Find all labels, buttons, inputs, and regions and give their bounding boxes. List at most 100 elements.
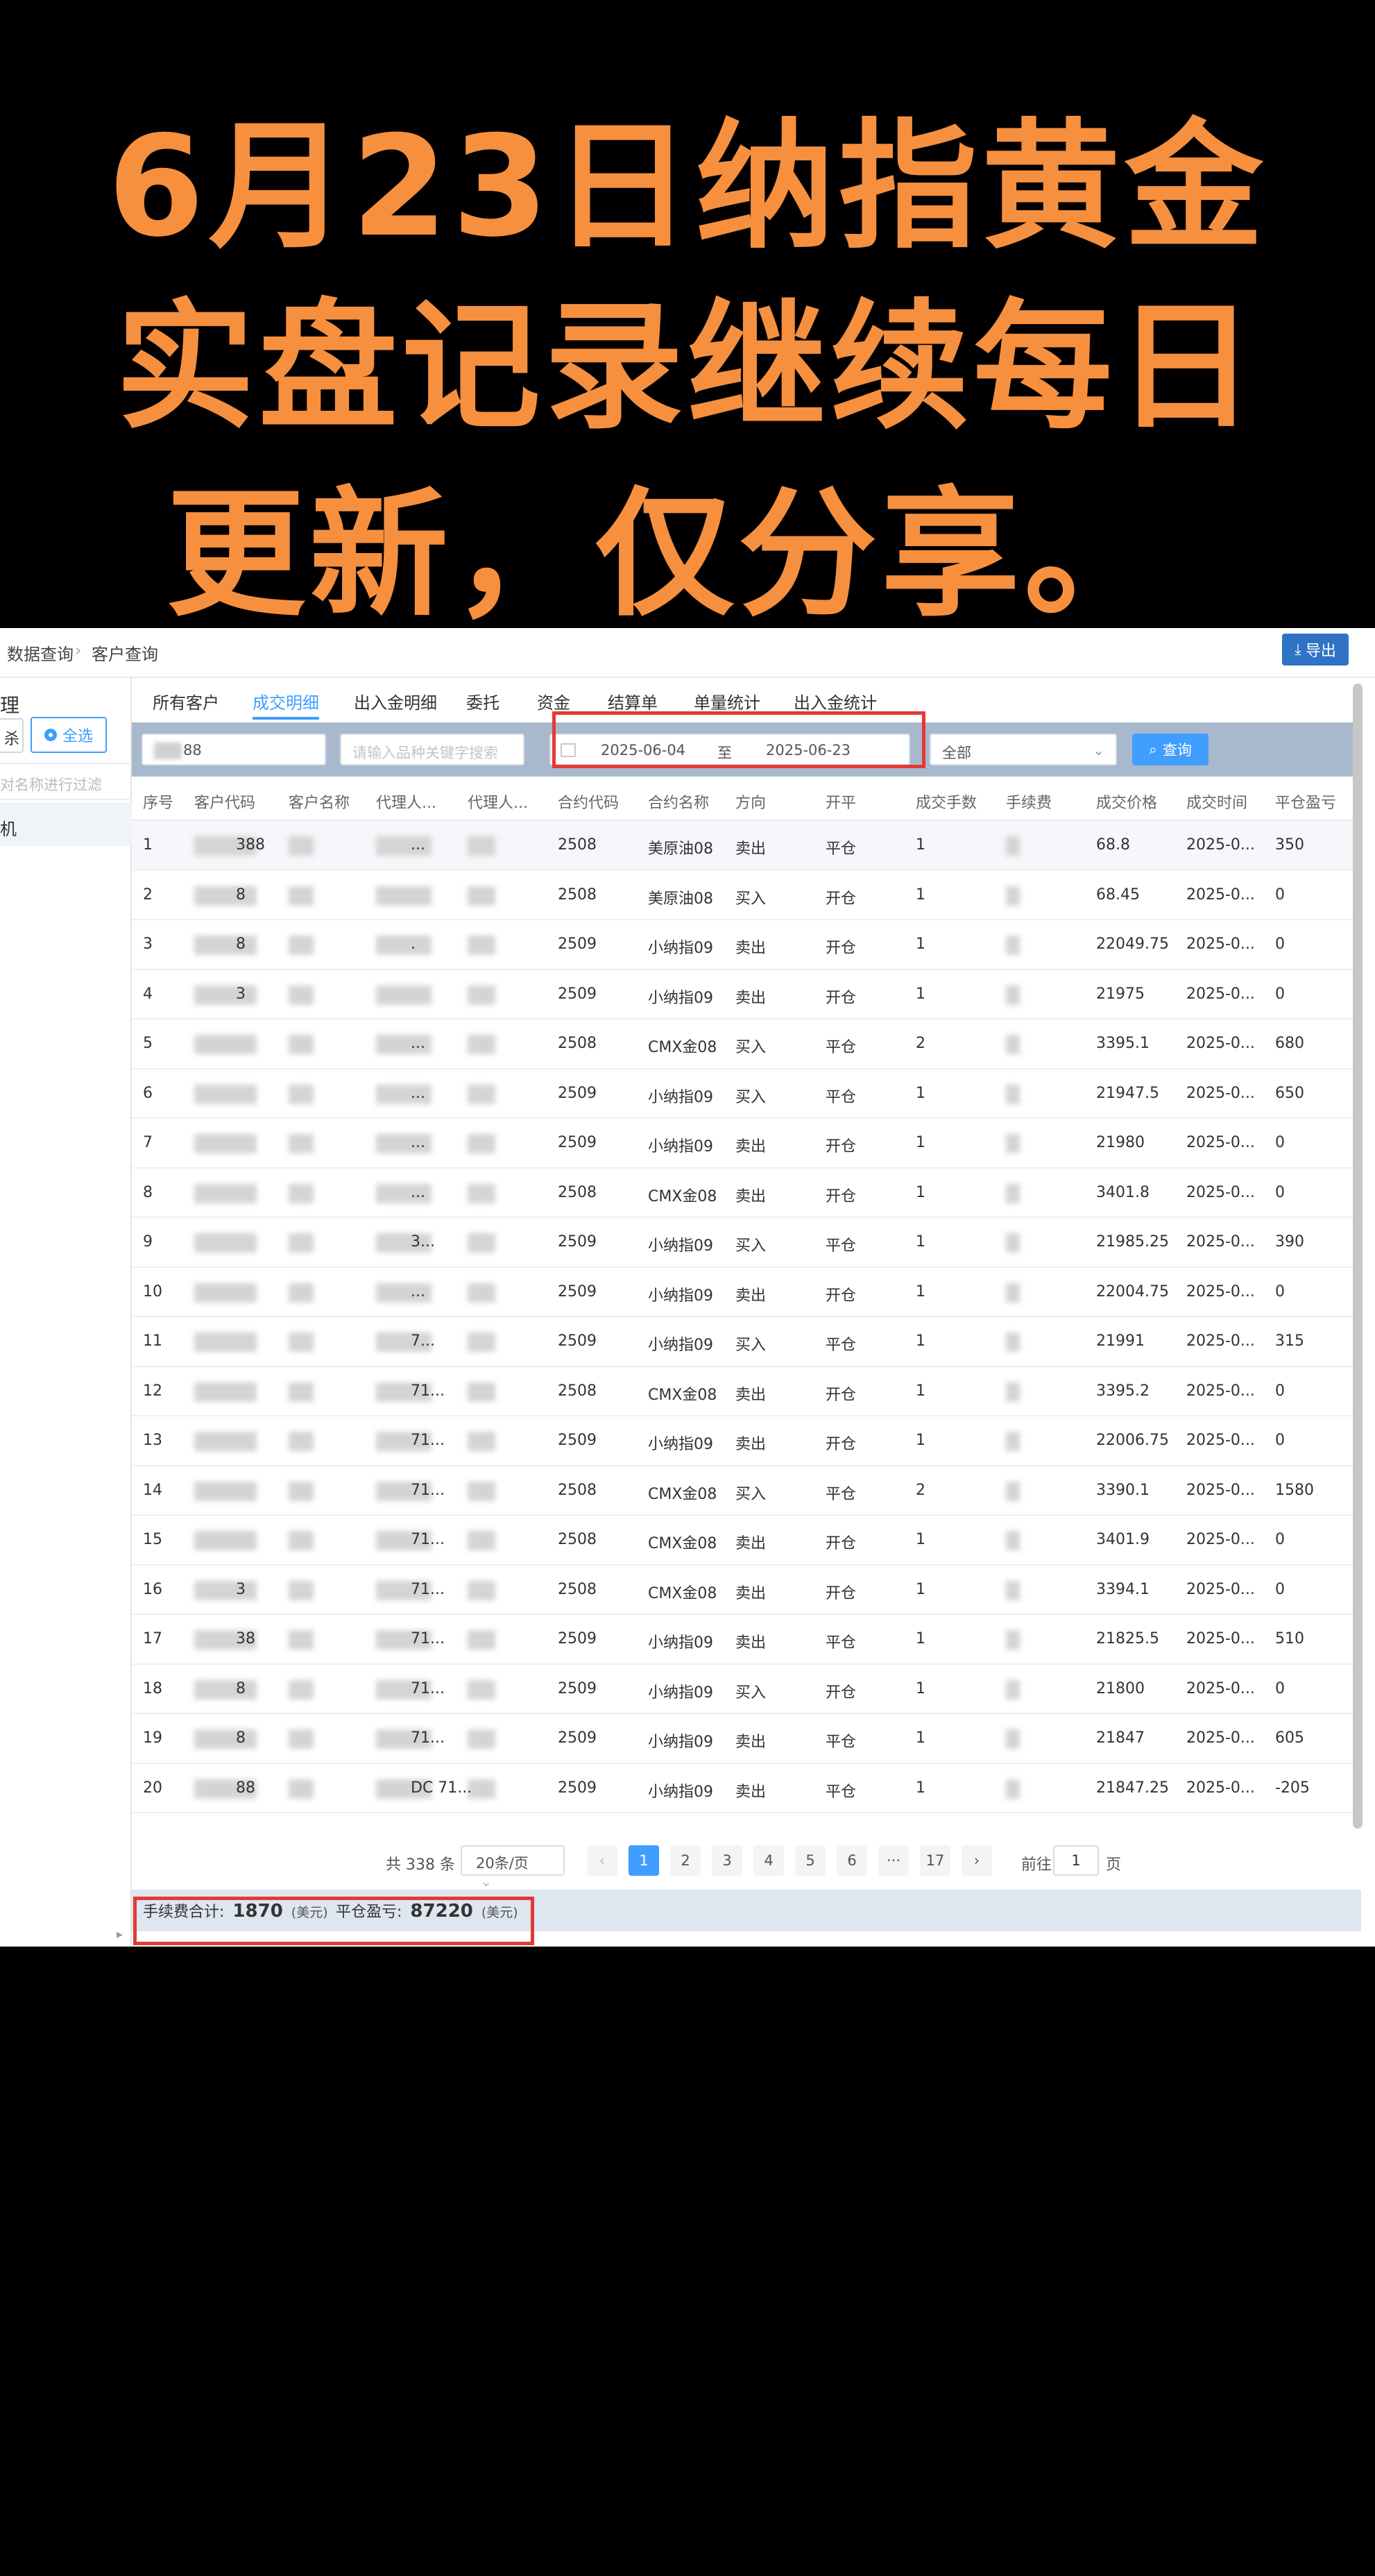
redacted-cell xyxy=(289,1630,314,1650)
redacted-cell xyxy=(1006,1233,1020,1253)
collapse-arrow-icon[interactable]: ▸ xyxy=(117,1927,123,1942)
keyword-search-input[interactable]: 请输入品种关键字搜索 xyxy=(340,734,524,765)
cell-name: 小纳指09 xyxy=(648,1237,713,1255)
sidebar-item[interactable]: 机 xyxy=(0,803,132,846)
page-button-17[interactable]: 17 xyxy=(920,1845,950,1876)
redacted-cell xyxy=(194,1134,257,1153)
query-label: 查询 xyxy=(1162,742,1192,759)
page-button-2[interactable]: 2 xyxy=(670,1845,701,1876)
sidebar: 理 杀 全选 对名称进行过滤 机 xyxy=(0,678,132,1947)
table-row[interactable]: 13 71... 2509 小纳指09 卖出 开仓 1 22006.75 2025-0... 0 xyxy=(132,1416,1354,1466)
cell-no: 14 xyxy=(143,1481,162,1499)
redacted-cell xyxy=(194,1084,257,1104)
cell-dir: 卖出 xyxy=(735,989,767,1007)
export-button[interactable]: ⤓ 导出 xyxy=(1282,634,1349,666)
column-header: 合约代码 xyxy=(558,795,620,812)
table-row[interactable]: 19 8 71... 2509 小纳指09 卖出 平仓 1 21847 2025-0... 605 xyxy=(132,1714,1354,1764)
goto-page-input[interactable]: 1 xyxy=(1053,1845,1099,1876)
cell-dir: 卖出 xyxy=(735,1287,767,1305)
cell-code: 2508 xyxy=(558,1580,597,1598)
table-row[interactable]: 8... 2508 CMX金08 卖出 开仓 1 3401.8 2025-0... 0 xyxy=(132,1169,1354,1218)
page-button-3[interactable]: 3 xyxy=(712,1845,742,1876)
table-row[interactable]: 2 8 2508 美原油08 买入 开仓 1 68.45 2025-0... 0 xyxy=(132,871,1354,920)
page-button-4[interactable]: 4 xyxy=(753,1845,784,1876)
scrollbar[interactable] xyxy=(1353,684,1363,1829)
page-button-6[interactable]: 6 xyxy=(837,1845,867,1876)
page-button-1[interactable]: 1 xyxy=(629,1845,659,1876)
table-row[interactable]: 12 71... 2508 CMX金08 卖出 开仓 1 3395.2 2025-0... 0 xyxy=(132,1367,1354,1416)
cell-pnl: 0 xyxy=(1275,935,1285,953)
sidebar-filter-input[interactable]: 对名称进行过滤 xyxy=(0,763,132,800)
redacted-cell xyxy=(468,1432,495,1451)
table-row[interactable]: 14 71... 2508 CMX金08 买入 平仓 2 3390.1 2025-0... 158… xyxy=(132,1466,1354,1516)
type-select[interactable]: 全部 ⌄ xyxy=(930,734,1117,765)
tab-deposit-stats[interactable]: 出入金统计 xyxy=(794,689,877,713)
cell-dir: 卖出 xyxy=(735,1138,767,1155)
app-window: 数据查询 › 客户查询 ⤓ 导出 理 杀 全选 对名称进行过滤 机 所有客户 成… xyxy=(0,628,1375,1947)
cell-no: 17 xyxy=(143,1630,162,1647)
tab-statement[interactable]: 结算单 xyxy=(608,689,658,713)
cell-oc: 平仓 xyxy=(826,840,857,858)
cell-agent: ... xyxy=(411,1282,425,1300)
table-row[interactable]: 6... 2509 小纳指09 买入 平仓 1 21947.5 2025-0... 650 xyxy=(132,1069,1354,1119)
redacted-cell xyxy=(1006,1729,1020,1749)
table-row[interactable]: 10... 2509 小纳指09 卖出 开仓 1 22004.75 2025-0... 0 xyxy=(132,1268,1354,1317)
cell-code: 2508 xyxy=(558,836,597,854)
sidebar-title: 理 xyxy=(0,694,20,717)
page-ellipsis[interactable]: ··· xyxy=(878,1845,909,1876)
redacted-cell xyxy=(376,886,432,906)
trade-table: 序号 客户代码 客户名称 代理人... 代理人... 合约代码 合约名称 方向 开平 成交手数 手续… xyxy=(132,777,1354,1813)
table-row[interactable]: 18 8 71... 2509 小纳指09 买入 开仓 1 21800 2025-0... 0 xyxy=(132,1665,1354,1714)
table-row[interactable]: 11 7... 2509 小纳指09 买入 平仓 1 21991 2025-0... 315 xyxy=(132,1317,1354,1367)
tab-funds[interactable]: 资金 xyxy=(537,689,570,713)
cell-cust: 8 xyxy=(236,1679,246,1697)
table-row[interactable]: 15 71... 2508 CMX金08 卖出 开仓 1 3401.9 2025-0... 0 xyxy=(132,1516,1354,1566)
cell-time: 2025-0... xyxy=(1186,1679,1255,1697)
page-button-5[interactable]: 5 xyxy=(795,1845,826,1876)
cell-qty: 1 xyxy=(916,1580,925,1598)
cell-price: 21991 xyxy=(1096,1332,1145,1350)
chevron-down-icon: ⌄ xyxy=(1093,742,1104,759)
table-row[interactable]: 3 8. 2509 小纳指09 卖出 开仓 1 22049.75 2025-0... 0 xyxy=(132,920,1354,970)
breadcrumb-data-query[interactable]: 数据查询 xyxy=(7,641,74,665)
cell-code: 2509 xyxy=(558,1134,597,1151)
sidebar-button[interactable]: 杀 xyxy=(0,718,24,753)
tab-orders[interactable]: 委托 xyxy=(466,689,499,713)
cell-oc: 开仓 xyxy=(826,1436,857,1453)
redacted-cell xyxy=(468,1729,495,1749)
next-page-button[interactable]: › xyxy=(962,1845,992,1876)
cell-cust: 3 xyxy=(236,985,246,1003)
cell-time: 2025-0... xyxy=(1186,836,1255,854)
cell-code: 2509 xyxy=(558,1084,597,1102)
type-select-value: 全部 xyxy=(942,745,971,761)
prev-page-button[interactable]: ‹ xyxy=(587,1845,617,1876)
table-row[interactable]: 20 88 DC 71... 2509 小纳指09 卖出 平仓 1 21847.25 2025-0… xyxy=(132,1764,1354,1813)
redacted-cell xyxy=(289,1282,314,1303)
table-row[interactable]: 16 3 71... 2508 CMX金08 卖出 开仓 1 3394.1 2025-0... 0 xyxy=(132,1566,1354,1615)
tab-trade-details[interactable]: 成交明细 xyxy=(253,689,319,713)
redacted-cell xyxy=(1006,1779,1020,1799)
table-row[interactable]: 17 38 71... 2509 小纳指09 卖出 平仓 1 21825.5 2025-0... 5… xyxy=(132,1615,1354,1665)
table-row[interactable]: 4 3 2509 小纳指09 卖出 开仓 1 21975 2025-0... 0 xyxy=(132,970,1354,1019)
tab-volume-stats[interactable]: 单量统计 xyxy=(694,689,760,713)
cell-agent: 71... xyxy=(411,1382,445,1400)
select-all-button[interactable]: 全选 xyxy=(31,717,107,753)
redacted-cell xyxy=(194,1432,257,1451)
cell-code: 2509 xyxy=(558,985,597,1003)
table-row[interactable]: 1 388... 2508 美原油08 卖出 平仓 1 68.8 2025-0... 350 xyxy=(132,821,1354,871)
redacted-cell xyxy=(468,1282,495,1303)
customer-input[interactable]: 88 xyxy=(142,734,326,765)
cell-agent: ... xyxy=(411,1035,425,1052)
tab-deposit-details[interactable]: 出入金明细 xyxy=(354,689,437,713)
tab-all-customers[interactable]: 所有客户 xyxy=(153,689,219,713)
cell-qty: 1 xyxy=(916,1679,925,1697)
cell-time: 2025-0... xyxy=(1186,1332,1255,1350)
page-size-select[interactable]: 20条/页 ⌄ xyxy=(461,1845,565,1890)
table-row[interactable]: 9 3... 2509 小纳指09 买入 平仓 1 21985.25 2025-0... 390 xyxy=(132,1218,1354,1268)
query-button[interactable]: ⌕ 查询 xyxy=(1132,734,1209,765)
cell-no: 10 xyxy=(143,1282,162,1300)
cell-cust: 88 xyxy=(236,1779,255,1797)
table-row[interactable]: 7... 2509 小纳指09 卖出 开仓 1 21980 2025-0... 0 xyxy=(132,1119,1354,1169)
table-row[interactable]: 5... 2508 CMX金08 买入 平仓 2 3395.1 2025-0... 680 xyxy=(132,1019,1354,1069)
cell-name: 小纳指09 xyxy=(648,989,713,1007)
